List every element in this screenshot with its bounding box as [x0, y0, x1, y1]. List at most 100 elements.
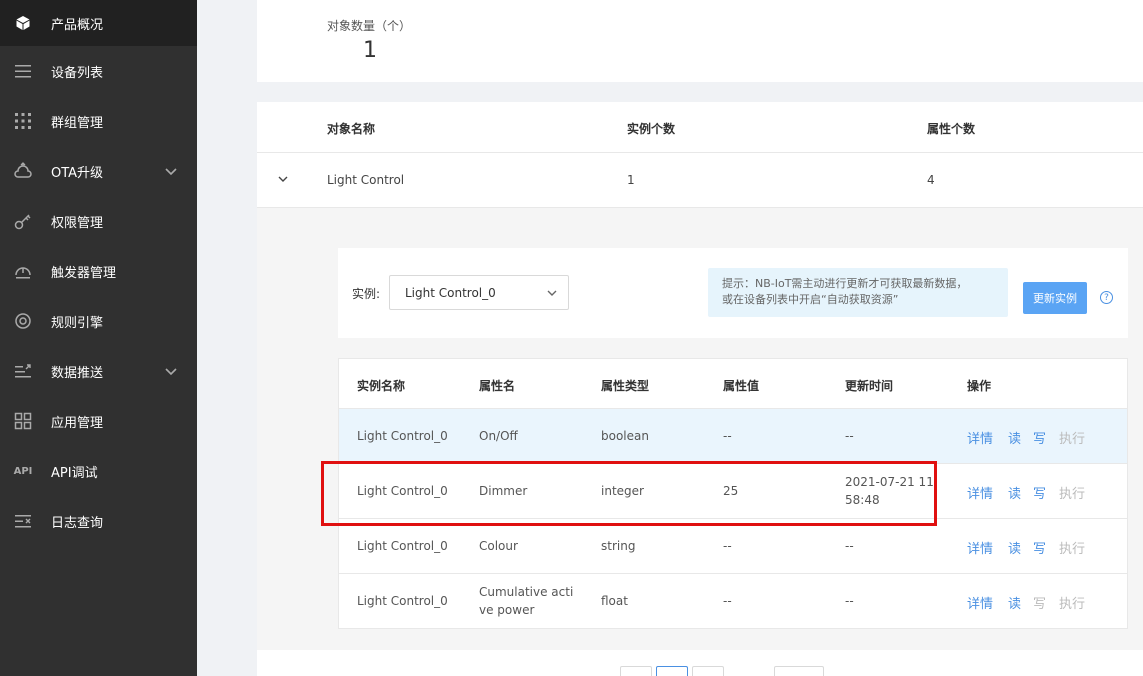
- attribute-table-header: 实例名称 属性名 属性类型 属性值 更新时间 操作: [339, 359, 1127, 409]
- execute-link: 执行: [1059, 597, 1086, 612]
- instance-select[interactable]: Light Control_0: [389, 275, 569, 310]
- object-count-value: 1: [363, 38, 377, 63]
- detail-link[interactable]: 详情: [967, 483, 993, 502]
- sidebar-item-label: API调试: [51, 465, 98, 481]
- read-link[interactable]: 读: [1008, 483, 1021, 502]
- trigger-icon: [14, 262, 32, 280]
- nb-iot-hint: 提示：NB-IoT需主动进行更新才可获取最新数据， 或在设备列表中开启“自动获取…: [708, 268, 1008, 317]
- hint-line-1: 提示：NB-IoT需主动进行更新才可获取最新数据，: [722, 277, 968, 290]
- detail-link[interactable]: 详情: [967, 538, 993, 557]
- page-jump-input[interactable]: [774, 666, 824, 676]
- header-attr-name: 属性名: [479, 379, 516, 393]
- read-link[interactable]: 读: [1008, 428, 1021, 447]
- object-count-card: 对象数量（个） 1: [257, 0, 1143, 82]
- instance-select-value: Light Control_0: [405, 286, 496, 300]
- sidebar-item-label: 日志查询: [51, 515, 104, 531]
- highlight-annotation-box: [321, 461, 937, 526]
- write-link: 写: [1033, 597, 1047, 612]
- cell-update-time: --: [845, 429, 854, 443]
- write-link[interactable]: 写: [1033, 483, 1046, 502]
- table-row: Light Control_0 Colour string -- -- 详情 读…: [339, 519, 1127, 574]
- main-content: 对象数量（个） 1 对象名称 实例个数 属性个数 Light Control 1…: [197, 0, 1143, 676]
- sidebar-item-group-management[interactable]: 群组管理: [0, 96, 197, 146]
- api-icon: API: [13, 465, 33, 477]
- sidebar-item-permission-management[interactable]: 权限管理: [0, 196, 197, 246]
- cell-attr-value: --: [723, 594, 732, 608]
- object-table-header: 对象名称 实例个数 属性个数: [257, 102, 1143, 153]
- sidebar-item-label: 群组管理: [51, 115, 104, 131]
- page-button-current[interactable]: [656, 666, 688, 676]
- rule-icon: [14, 312, 32, 330]
- apps-icon: [14, 412, 32, 430]
- collapse-chevron-icon[interactable]: [277, 173, 289, 185]
- header-object-name: 对象名称: [327, 122, 376, 136]
- sidebar-item-app-management[interactable]: 应用管理: [0, 396, 197, 446]
- chevron-down-icon[interactable]: [164, 364, 178, 378]
- sidebar-item-api-debug[interactable]: API API调试: [0, 446, 197, 496]
- object-count-label: 对象数量（个）: [327, 19, 412, 33]
- cube-icon: [14, 14, 32, 32]
- cell-attr-type: float: [601, 594, 628, 608]
- cell-attr-type: boolean: [601, 429, 649, 443]
- write-link[interactable]: 写: [1033, 428, 1046, 447]
- sidebar-item-label: 应用管理: [51, 415, 104, 431]
- grid-dots-icon: [14, 112, 32, 130]
- object-instance-count: 1: [627, 173, 635, 187]
- cell-instance: Light Control_0: [357, 594, 448, 608]
- next-page-button[interactable]: [692, 666, 724, 676]
- object-detail-panel: 实例: Light Control_0 提示：NB-IoT需主动进行更新才可获取…: [257, 208, 1143, 650]
- list-icon: [14, 62, 32, 80]
- table-row: Light Control_0 On/Off boolean -- -- 详情 …: [339, 409, 1127, 464]
- cell-attr-value: --: [723, 429, 732, 443]
- sidebar-item-device-list[interactable]: 设备列表: [0, 46, 197, 96]
- header-instance-name: 实例名称: [357, 379, 406, 393]
- write-link[interactable]: 写: [1033, 538, 1046, 557]
- execute-link: 执行: [1059, 487, 1086, 502]
- sidebar-item-rule-engine[interactable]: 规则引擎: [0, 296, 197, 346]
- read-link[interactable]: 读: [1008, 593, 1021, 612]
- detail-link[interactable]: 详情: [967, 593, 993, 612]
- key-icon: [14, 212, 32, 230]
- cell-attr-name-line2: ve power: [479, 603, 535, 617]
- hint-line-2: 或在设备列表中开启“自动获取资源”: [722, 293, 899, 306]
- object-table: 对象名称 实例个数 属性个数 Light Control 1 4 实例: Lig…: [257, 102, 1143, 676]
- cell-instance: Light Control_0: [357, 539, 448, 553]
- cell-update-time: --: [845, 539, 854, 553]
- help-icon[interactable]: ?: [1100, 291, 1113, 304]
- sidebar-item-label: 规则引擎: [51, 315, 104, 331]
- cell-attr-name: Colour: [479, 539, 518, 553]
- cell-instance: Light Control_0: [357, 429, 448, 443]
- chevron-down-icon: [546, 287, 558, 299]
- sidebar-item-trigger-management[interactable]: 触发器管理: [0, 246, 197, 296]
- cell-attr-name: On/Off: [479, 429, 518, 443]
- sidebar-item-product-overview[interactable]: 产品概况: [0, 0, 197, 46]
- header-operations: 操作: [967, 379, 992, 393]
- sidebar: 产品概况 设备列表 群组管理 OTA升级 权限管理 触发器管理 规则引擎 数据推…: [0, 0, 197, 676]
- sidebar-item-label: 权限管理: [51, 215, 104, 231]
- object-name: Light Control: [327, 173, 405, 187]
- sidebar-item-data-push[interactable]: 数据推送: [0, 346, 197, 396]
- sidebar-item-log-query[interactable]: 日志查询: [0, 496, 197, 546]
- instance-label: 实例:: [352, 287, 381, 301]
- refresh-instance-button[interactable]: 更新实例: [1023, 282, 1087, 314]
- object-row[interactable]: Light Control 1 4: [257, 153, 1143, 208]
- detail-link[interactable]: 详情: [967, 428, 993, 447]
- sidebar-item-label: 触发器管理: [51, 265, 117, 281]
- header-instance-count: 实例个数: [627, 122, 676, 136]
- sidebar-item-label: 产品概况: [51, 17, 104, 33]
- header-attr-count: 属性个数: [927, 122, 976, 136]
- execute-link: 执行: [1059, 432, 1086, 447]
- sidebar-item-label: 设备列表: [51, 65, 104, 81]
- header-attr-type: 属性类型: [601, 379, 650, 393]
- read-link[interactable]: 读: [1008, 538, 1021, 557]
- prev-page-button[interactable]: [620, 666, 652, 676]
- sidebar-item-label: OTA升级: [51, 165, 104, 181]
- sidebar-item-label: 数据推送: [51, 365, 104, 381]
- chevron-down-icon[interactable]: [164, 164, 178, 178]
- push-icon: [14, 362, 32, 380]
- instance-toolbar: 实例: Light Control_0 提示：NB-IoT需主动进行更新才可获取…: [338, 248, 1128, 338]
- sidebar-item-ota-upgrade[interactable]: OTA升级: [0, 146, 197, 196]
- cell-attr-type: string: [601, 539, 636, 553]
- header-attr-value: 属性值: [723, 379, 760, 393]
- cell-attr-name: Cumulative acti: [479, 585, 574, 599]
